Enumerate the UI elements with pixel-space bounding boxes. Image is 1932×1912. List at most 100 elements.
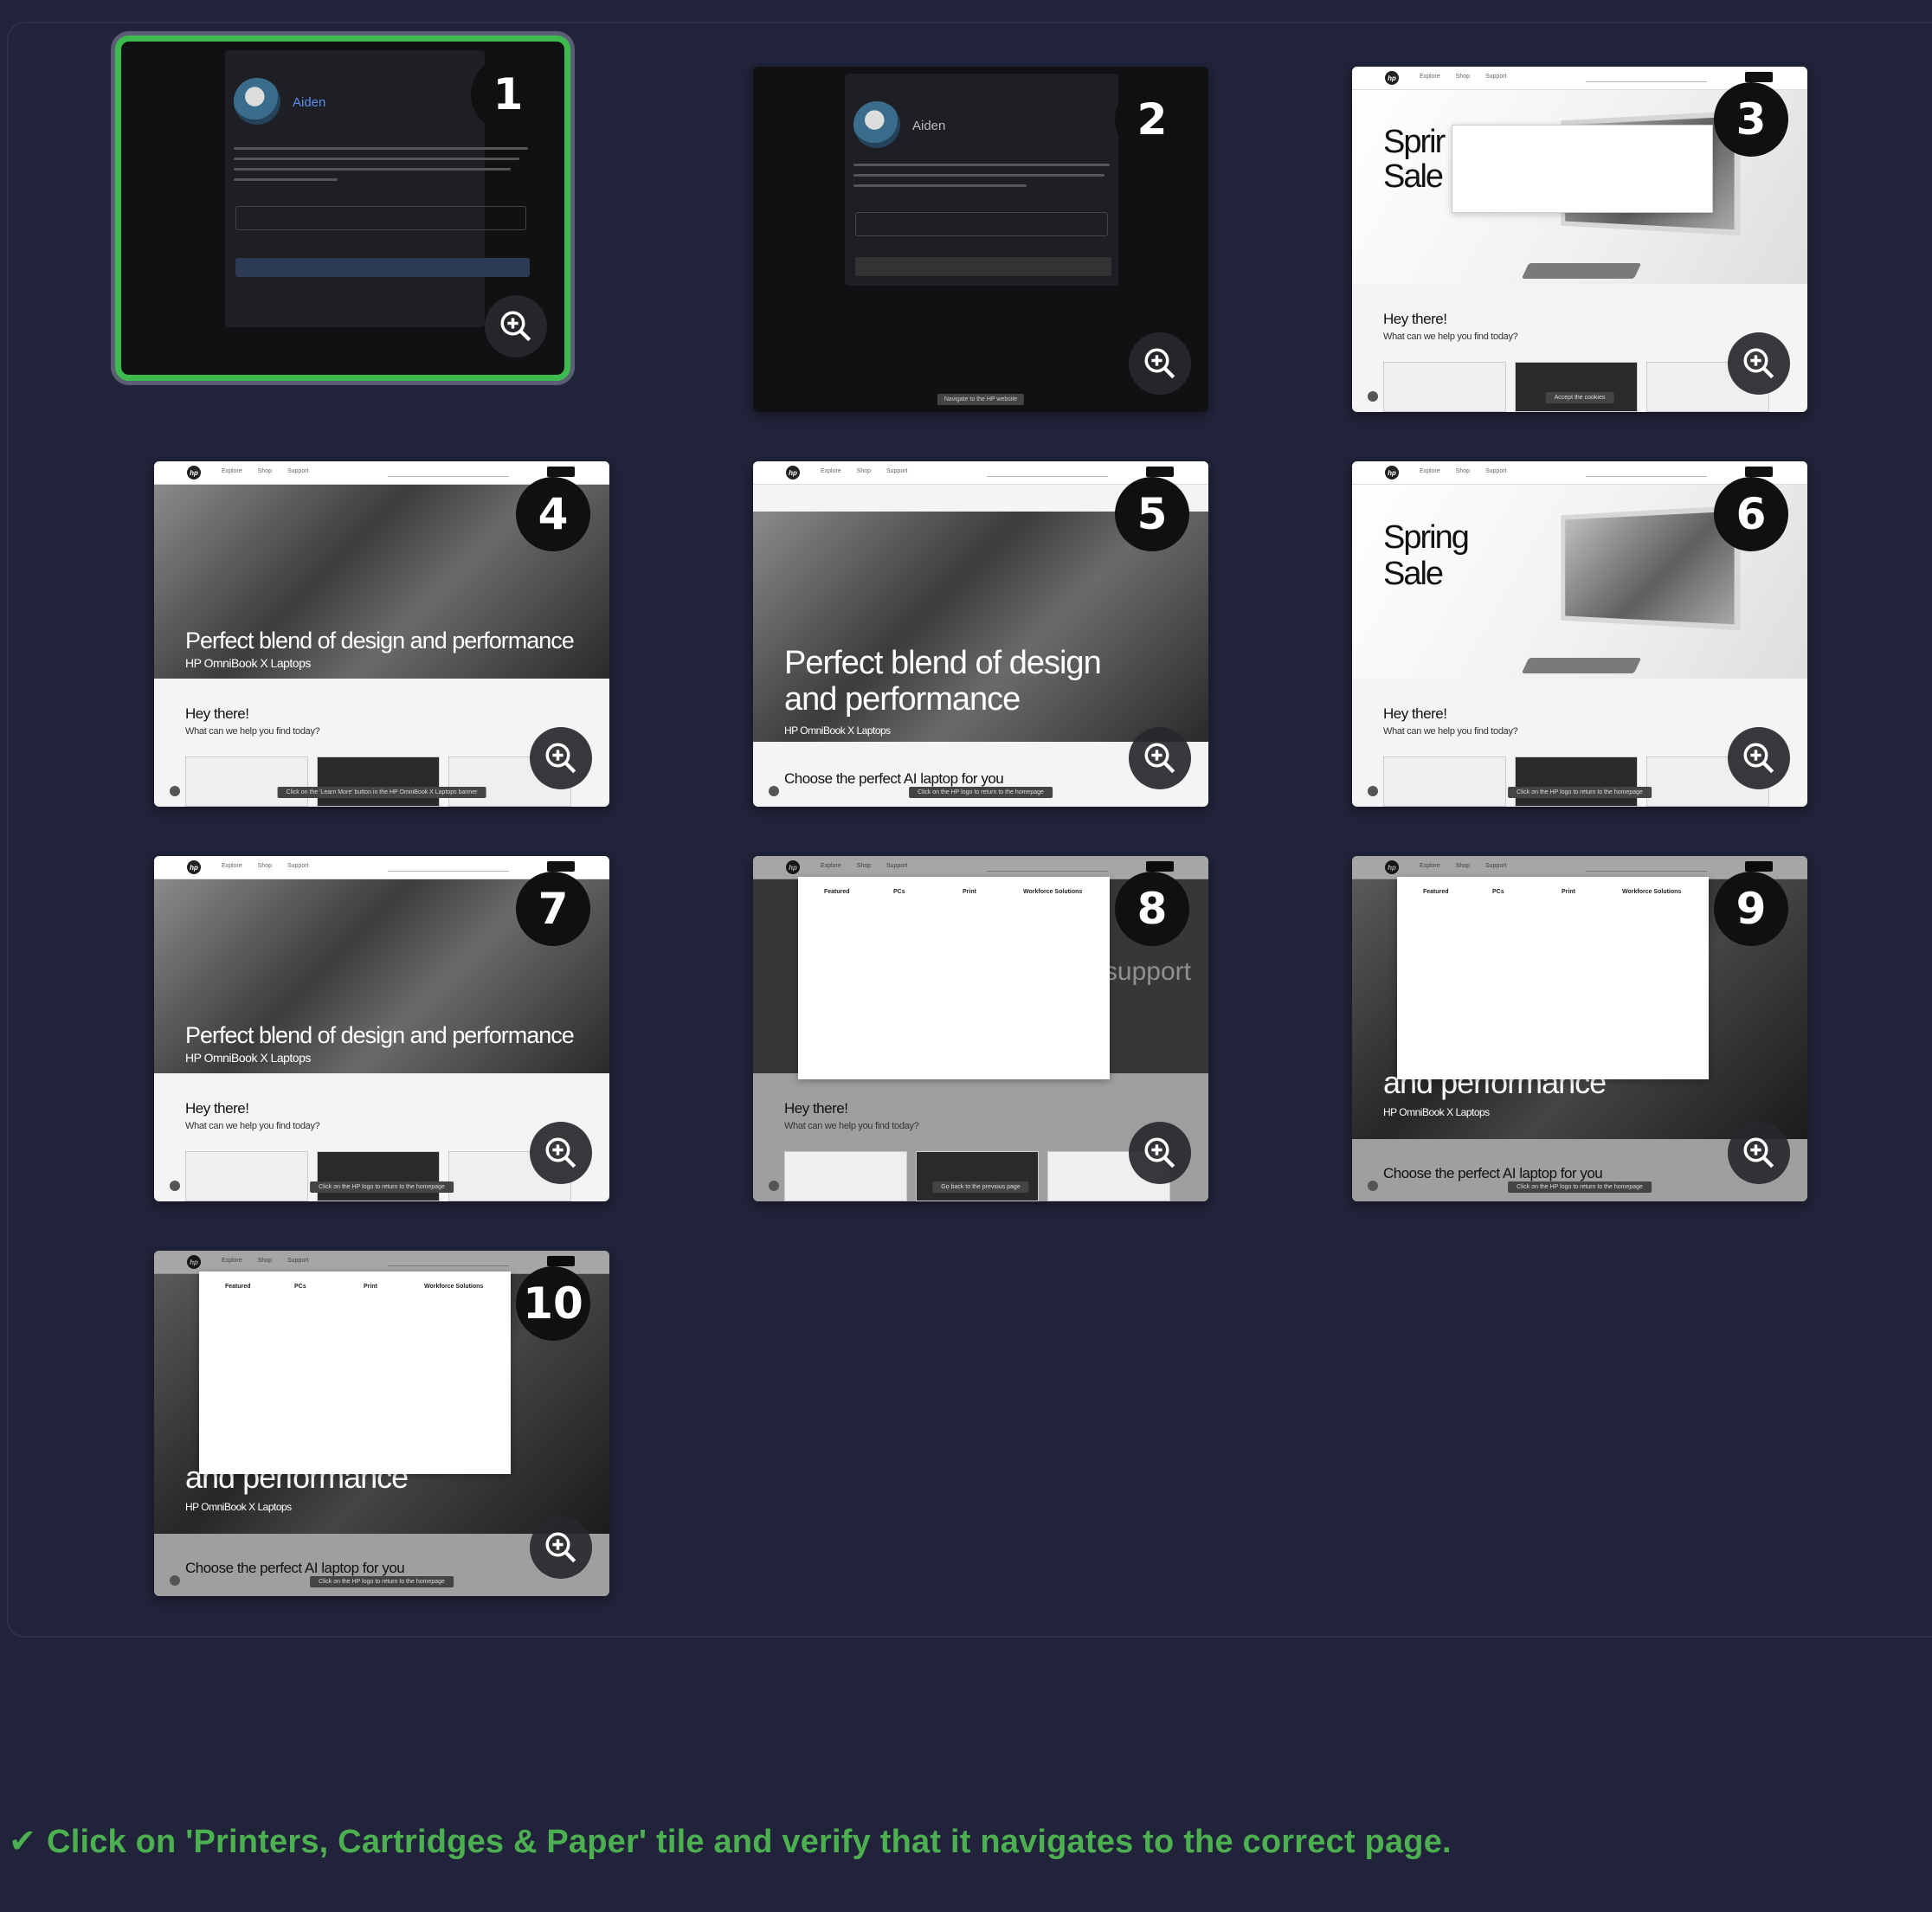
zoom-in-button[interactable] — [1129, 1122, 1191, 1184]
screenshot-gallery-panel: Aiden 1 Aiden Navigate to the HP website… — [7, 22, 1932, 1638]
greeting-heading: Hey there! — [185, 1100, 249, 1117]
menu-column-pcs[interactable]: PCs — [1492, 889, 1504, 895]
status-message-text: Click on 'Printers, Cartridges & Paper' … — [47, 1824, 1452, 1860]
zoom-in-icon — [1743, 348, 1774, 379]
menu-column-workforce[interactable]: Workforce Solutions — [424, 1284, 483, 1290]
hero-subtitle: HP OmniBook X Laptops — [784, 724, 891, 737]
zoom-in-icon — [1144, 743, 1175, 774]
choose-heading: Choose the perfect AI laptop for you — [1383, 1165, 1603, 1181]
step-thumbnail-10[interactable]: hp Explore Shop Support and performance H… — [154, 1251, 609, 1596]
step-caption: Click on the HP logo to return to the ho… — [1508, 787, 1652, 798]
step-number-badge: 2 — [1115, 82, 1189, 157]
step-thumbnail-5[interactable]: hp Explore Shop Support Perfect blend of … — [753, 461, 1208, 807]
step-caption: Click on the HP logo to return to the ho… — [909, 787, 1053, 798]
agent-name: Aiden — [912, 119, 946, 133]
step-number-badge: 1 — [471, 57, 545, 132]
cookie-dialog — [1452, 125, 1713, 213]
menu-column-pcs[interactable]: PCs — [294, 1284, 306, 1290]
zoom-in-button[interactable] — [530, 727, 592, 789]
step-thumbnail-4[interactable]: hp Explore Shop Support Perfect blend of … — [154, 461, 609, 807]
step-number-badge: 10 — [516, 1266, 590, 1341]
choose-heading: Choose the perfect AI laptop for you — [784, 770, 1004, 787]
zoom-in-button[interactable] — [485, 295, 547, 357]
help-subheading: What can we help you find today? — [784, 1121, 919, 1131]
zoom-in-icon — [1144, 1137, 1175, 1168]
step-thumbnail-7[interactable]: hp Explore Shop Support Perfect blend of … — [154, 856, 609, 1201]
greeting-heading: Hey there! — [185, 705, 249, 722]
step-thumbnail-8[interactable]: hp Explore Shop Support 24/7 support Feat… — [753, 856, 1208, 1201]
help-subheading: What can we help you find today? — [1383, 332, 1518, 342]
step-number-badge: 4 — [516, 477, 590, 551]
step-thumbnail-6[interactable]: hp Explore Shop Support Spring Sale Hey t… — [1352, 461, 1807, 807]
menu-column-print[interactable]: Print — [364, 1284, 377, 1290]
help-subheading: What can we help you find today? — [1383, 726, 1518, 737]
explore-mega-menu: Featured PCs Print Workforce Solutions — [199, 1271, 511, 1474]
step-number-badge: 5 — [1115, 477, 1189, 551]
avatar — [234, 78, 280, 125]
menu-column-workforce[interactable]: Workforce Solutions — [1023, 889, 1082, 895]
step-number-badge: 9 — [1714, 872, 1788, 946]
hero-subtitle: HP OmniBook X Laptops — [185, 656, 311, 670]
status-message: ✔ Click on 'Printers, Cartridges & Paper'… — [9, 1822, 1452, 1861]
step-caption: Accept the cookies — [1545, 392, 1614, 403]
hp-logo-icon: hp — [187, 860, 201, 874]
hero-title: Spring Sale — [1383, 519, 1470, 592]
checkmark-icon: ✔ — [9, 1824, 37, 1860]
hero-title: Perfect blend of design and performance — [185, 628, 575, 653]
hero-title: Perfect blend of design and performance — [784, 645, 1102, 718]
zoom-in-icon — [1743, 1137, 1774, 1168]
menu-column-print[interactable]: Print — [963, 889, 976, 895]
step-thumbnail-2[interactable]: Aiden Navigate to the HP website 2 — [753, 67, 1208, 412]
zoom-in-icon — [1743, 743, 1774, 774]
zoom-in-button[interactable] — [530, 1122, 592, 1184]
step-caption: Go back to the previous page — [932, 1181, 1029, 1193]
zoom-in-button[interactable] — [1129, 727, 1191, 789]
choose-heading: Choose the perfect AI laptop for you — [185, 1560, 405, 1576]
step-number-badge: 7 — [516, 872, 590, 946]
step-caption: Click on the HP logo to return to the ho… — [1508, 1181, 1652, 1193]
agent-name: Aiden — [293, 95, 326, 110]
zoom-in-icon — [545, 1137, 576, 1168]
step-caption: Navigate to the HP website — [937, 394, 1025, 405]
menu-column-pcs[interactable]: PCs — [893, 889, 905, 895]
hero-subtitle: HP OmniBook X Laptops — [185, 1501, 292, 1513]
hero-title: Sprir Sale — [1383, 124, 1446, 195]
hero-title: Perfect blend of design and performance — [185, 1022, 575, 1048]
zoom-in-icon — [545, 743, 576, 774]
step-thumbnail-3[interactable]: hp Explore Shop Support Sprir Sale Hey th… — [1352, 67, 1807, 412]
help-subheading: What can we help you find today? — [185, 1121, 320, 1131]
hero-subtitle: HP OmniBook X Laptops — [185, 1051, 311, 1065]
zoom-in-button[interactable] — [1728, 727, 1790, 789]
greeting-heading: Hey there! — [1383, 311, 1447, 327]
greeting-heading: Hey there! — [1383, 705, 1447, 722]
zoom-in-icon — [1144, 348, 1175, 379]
zoom-in-button[interactable] — [1129, 332, 1191, 395]
menu-column-featured[interactable]: Featured — [225, 1284, 251, 1290]
hero-subtitle: HP OmniBook X Laptops — [1383, 1106, 1490, 1118]
hp-logo-icon: hp — [1385, 466, 1399, 480]
step-number-badge: 8 — [1115, 872, 1189, 946]
zoom-in-button[interactable] — [530, 1516, 592, 1579]
menu-column-featured[interactable]: Featured — [824, 889, 850, 895]
step-thumbnail-9[interactable]: hp Explore Shop Support and performance H… — [1352, 856, 1807, 1201]
zoom-in-button[interactable] — [1728, 332, 1790, 395]
avatar — [853, 101, 900, 148]
step-caption: Click on the HP logo to return to the ho… — [310, 1576, 454, 1587]
ai-dialog: Aiden — [225, 50, 530, 327]
zoom-in-button[interactable] — [1728, 1122, 1790, 1184]
step-number-badge: 6 — [1714, 477, 1788, 551]
step-number-badge: 3 — [1714, 82, 1788, 157]
step-caption: Click on the HP logo to return to the ho… — [310, 1181, 454, 1193]
menu-column-print[interactable]: Print — [1562, 889, 1575, 895]
greeting-heading: Hey there! — [784, 1100, 848, 1117]
help-subheading: What can we help you find today? — [185, 726, 320, 737]
hp-logo-icon: hp — [1385, 71, 1399, 85]
hp-logo-icon: hp — [786, 466, 800, 480]
menu-column-featured[interactable]: Featured — [1423, 889, 1449, 895]
explore-mega-menu: Featured PCs Print Workforce Solutions — [1397, 877, 1709, 1079]
ai-dialog: Aiden — [845, 74, 1118, 286]
menu-column-workforce[interactable]: Workforce Solutions — [1622, 889, 1681, 895]
explore-mega-menu: Featured PCs Print Workforce Solutions — [798, 877, 1110, 1079]
step-thumbnail-1[interactable]: Aiden 1 — [115, 35, 570, 381]
step-caption: Click on the 'Learn More' button in the … — [277, 787, 486, 798]
